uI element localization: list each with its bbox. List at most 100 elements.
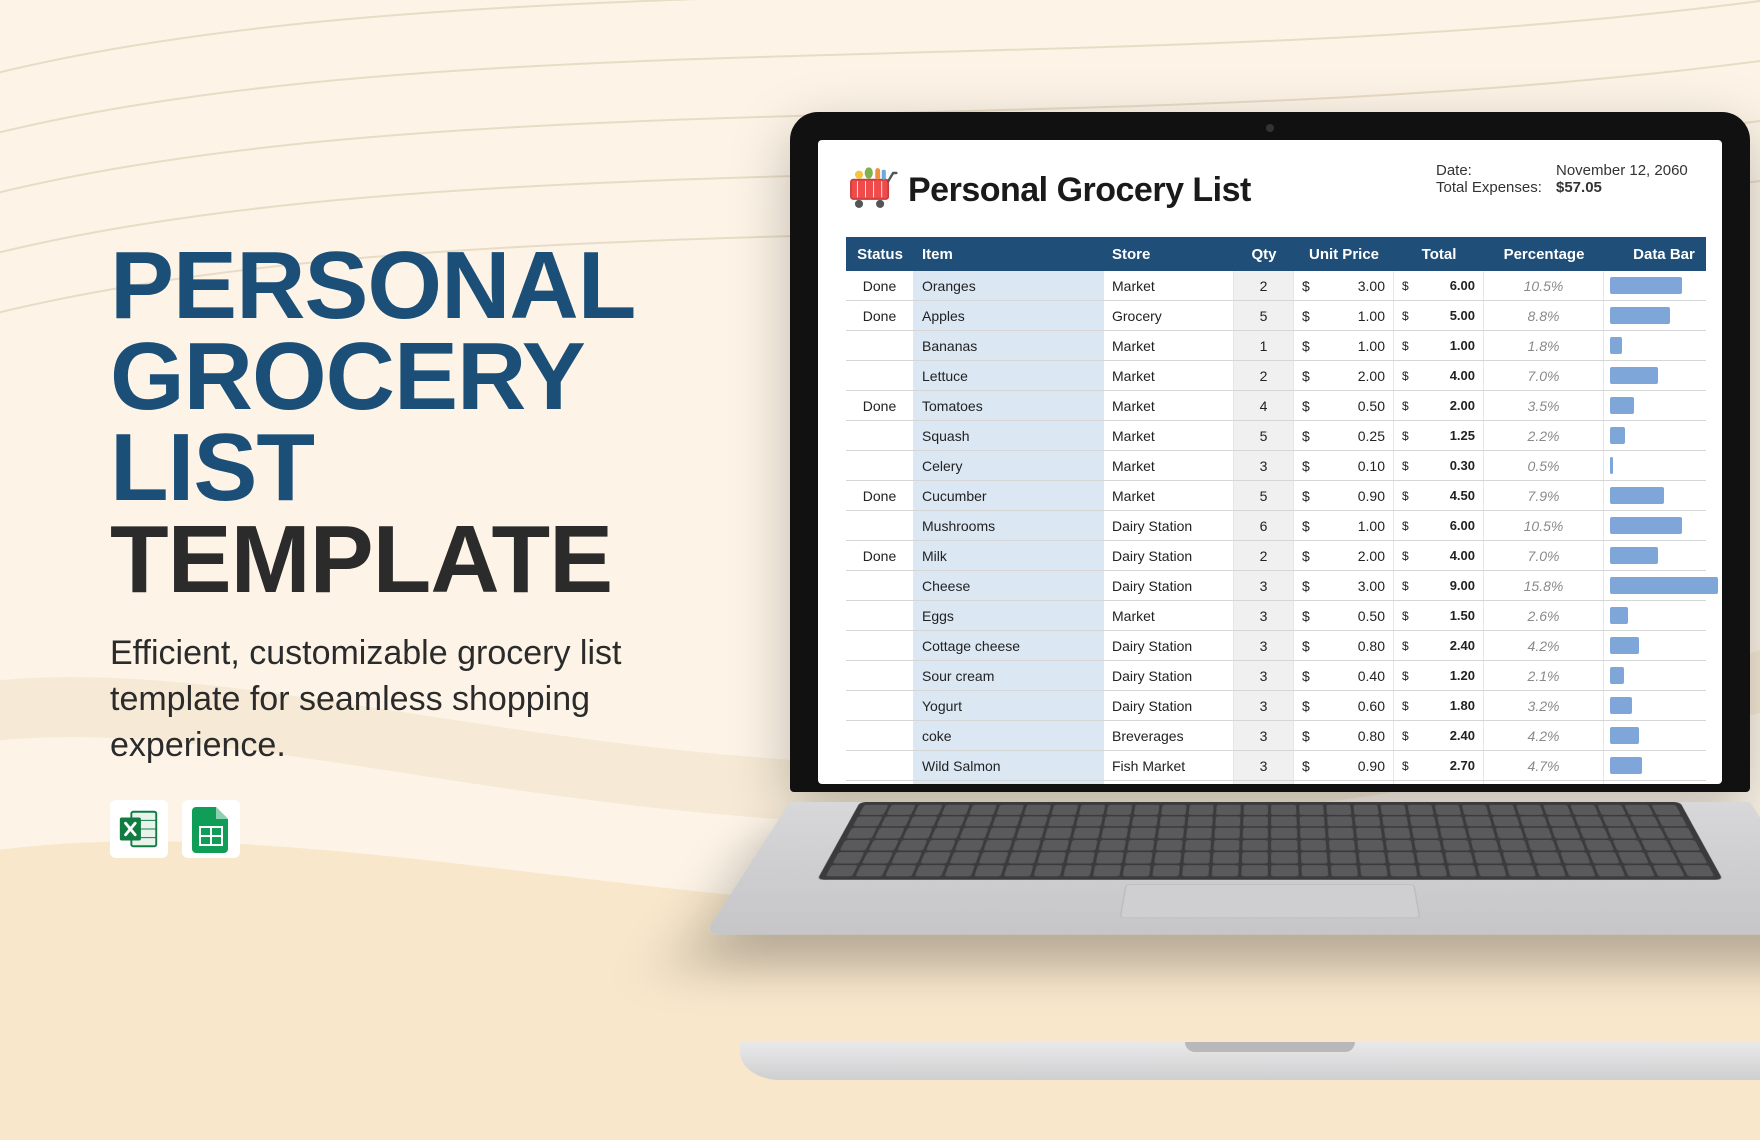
cell-qty: 3 [1234, 691, 1294, 720]
cell-percentage: 8.8% [1484, 301, 1604, 330]
cell-percentage: 3.2% [1484, 691, 1604, 720]
cell-percentage: 4.7% [1484, 751, 1604, 780]
cell-data-bar [1604, 721, 1722, 750]
cell-total: $2.40 [1394, 631, 1484, 660]
cell-status: Done [846, 541, 914, 570]
table-body: DoneOrangesMarket2$3.00$6.0010.5%DoneApp… [846, 271, 1706, 784]
col-unit-price: Unit Price [1294, 246, 1394, 263]
cell-data-bar [1604, 391, 1722, 420]
cell-status [846, 691, 914, 720]
cell-store: Dairy Station [1104, 661, 1234, 690]
cell-status [846, 721, 914, 750]
cell-total: $2.00 [1394, 391, 1484, 420]
cell-status: Done [846, 781, 914, 784]
cell-store: Market [1104, 391, 1234, 420]
cell-data-bar [1604, 271, 1722, 300]
cell-total: $2.00 [1394, 781, 1484, 784]
col-item: Item [914, 246, 1104, 263]
table-row: DoneApplesGrocery5$1.00$5.008.8% [846, 301, 1706, 331]
cell-store: Breverages [1104, 721, 1234, 750]
table-row: Sour creamDairy Station3$0.40$1.202.1% [846, 661, 1706, 691]
cell-total: $6.00 [1394, 511, 1484, 540]
cell-data-bar [1604, 451, 1722, 480]
cell-data-bar [1604, 301, 1722, 330]
cell-item: Cottage cheese [914, 631, 1104, 660]
cell-total: $1.00 [1394, 331, 1484, 360]
cell-status [846, 511, 914, 540]
cell-store: Dairy Station [1104, 541, 1234, 570]
cell-status [846, 421, 914, 450]
cell-percentage: 0.5% [1484, 451, 1604, 480]
cell-unit-price: $0.10 [1294, 451, 1394, 480]
table-row: DoneCucumberMarket5$0.90$4.507.9% [846, 481, 1706, 511]
table-row: DoneOrangesMarket2$3.00$6.0010.5% [846, 271, 1706, 301]
table-row: SquashMarket5$0.25$1.252.2% [846, 421, 1706, 451]
cell-percentage: 4.2% [1484, 721, 1604, 750]
cell-status [846, 571, 914, 600]
cell-store: Market [1104, 271, 1234, 300]
cell-status [846, 631, 914, 660]
cell-qty: 3 [1234, 601, 1294, 630]
cell-qty: 2 [1234, 361, 1294, 390]
date-value: November 12, 2060 [1556, 162, 1706, 179]
cell-item: Mushrooms [914, 511, 1104, 540]
cell-percentage: 1.8% [1484, 331, 1604, 360]
col-data-bar: Data Bar [1604, 246, 1722, 263]
cell-total: $9.00 [1394, 571, 1484, 600]
cell-store: Market [1104, 451, 1234, 480]
cell-total: $4.50 [1394, 481, 1484, 510]
cell-data-bar [1604, 601, 1722, 630]
cell-qty: 3 [1234, 451, 1294, 480]
cell-percentage: 10.5% [1484, 511, 1604, 540]
cell-unit-price: $0.25 [1294, 421, 1394, 450]
cell-item: Milk [914, 541, 1104, 570]
cell-item: Alaskan King Crab Legs [914, 781, 1104, 784]
cell-percentage: 7.9% [1484, 481, 1604, 510]
cell-status [846, 751, 914, 780]
col-total: Total [1394, 246, 1484, 263]
cell-percentage: 4.2% [1484, 631, 1604, 660]
cell-item: Lettuce [914, 361, 1104, 390]
laptop-mockup: Personal Grocery List Date: November 12,… [740, 112, 1760, 1080]
cell-unit-price: $0.80 [1294, 631, 1394, 660]
cell-store: Grocery [1104, 301, 1234, 330]
table-row: DoneMilkDairy Station2$2.00$4.007.0% [846, 541, 1706, 571]
hero-copy: PERSONAL GROCERY LIST TEMPLATE Efficient… [110, 240, 790, 768]
cell-total: $2.70 [1394, 751, 1484, 780]
cell-unit-price: $2.00 [1294, 781, 1394, 784]
laptop-trackpad [1120, 884, 1421, 918]
table-row: DoneAlaskan King Crab LegsFish Market1$2… [846, 781, 1706, 784]
doc-meta: Date: November 12, 2060 Total Expenses: … [1436, 162, 1706, 196]
cell-unit-price: $2.00 [1294, 361, 1394, 390]
cell-store: Dairy Station [1104, 571, 1234, 600]
table-row: BananasMarket1$1.00$1.001.8% [846, 331, 1706, 361]
cell-unit-price: $0.50 [1294, 601, 1394, 630]
cell-unit-price: $0.90 [1294, 481, 1394, 510]
cell-qty: 3 [1234, 631, 1294, 660]
col-qty: Qty [1234, 246, 1294, 263]
table-row: YogurtDairy Station3$0.60$1.803.2% [846, 691, 1706, 721]
format-icons [110, 800, 240, 858]
cell-qty: 6 [1234, 511, 1294, 540]
cell-item: Bananas [914, 331, 1104, 360]
cell-unit-price: $0.50 [1294, 391, 1394, 420]
cell-qty: 5 [1234, 481, 1294, 510]
cell-status [846, 661, 914, 690]
cell-qty: 3 [1234, 661, 1294, 690]
cell-data-bar [1604, 511, 1722, 540]
cell-total: $1.25 [1394, 421, 1484, 450]
cell-qty: 3 [1234, 751, 1294, 780]
table-row: cokeBreverages3$0.80$2.404.2% [846, 721, 1706, 751]
table-row: MushroomsDairy Station6$1.00$6.0010.5% [846, 511, 1706, 541]
cell-data-bar [1604, 781, 1722, 784]
cell-data-bar [1604, 631, 1722, 660]
cell-percentage: 2.6% [1484, 601, 1604, 630]
cell-store: Dairy Station [1104, 511, 1234, 540]
cell-store: Market [1104, 481, 1234, 510]
cell-unit-price: $3.00 [1294, 571, 1394, 600]
table-row: Cottage cheeseDairy Station3$0.80$2.404.… [846, 631, 1706, 661]
cell-store: Market [1104, 601, 1234, 630]
cell-total: $1.80 [1394, 691, 1484, 720]
cell-qty: 5 [1234, 301, 1294, 330]
cell-status [846, 361, 914, 390]
